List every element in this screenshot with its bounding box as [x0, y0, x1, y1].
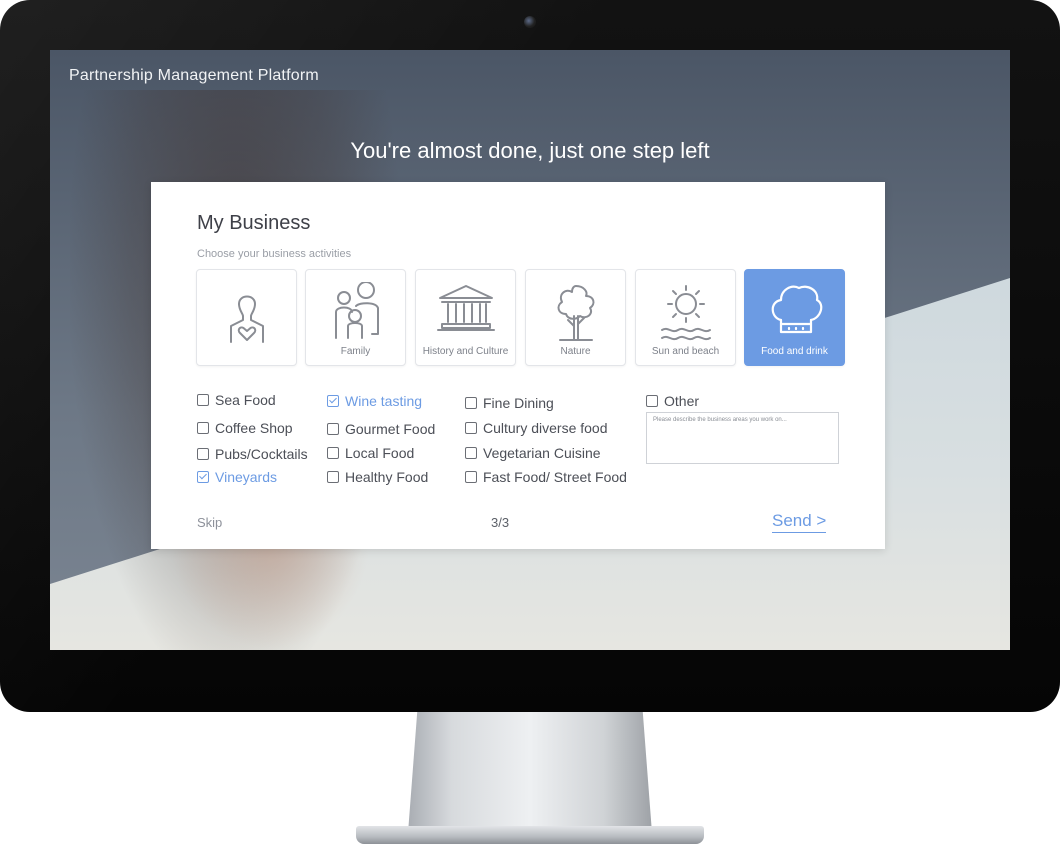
tree-icon	[557, 285, 594, 341]
option-label: Coffee Shop	[215, 420, 293, 436]
business-card: My Business Choose your business activit…	[151, 182, 885, 549]
option-gourmet-food[interactable]: Gourmet Food	[327, 421, 435, 437]
option-label: Fast Food/ Street Food	[483, 469, 627, 485]
option-cultury-diverse-food[interactable]: Cultury diverse food	[465, 420, 608, 436]
option-label: Other	[664, 393, 700, 409]
checkbox[interactable]	[465, 397, 477, 409]
other-description-field[interactable]	[646, 412, 839, 464]
option-label: Vegetarian Cuisine	[483, 445, 601, 461]
family-icon	[334, 282, 379, 339]
option-coffee-shop[interactable]: Coffee Shop	[197, 420, 293, 436]
person-heart-icon	[229, 295, 264, 343]
checkbox[interactable]	[327, 471, 339, 483]
tile-wellness[interactable]	[196, 269, 297, 366]
option-fine-dining[interactable]: Fine Dining	[465, 395, 554, 411]
checkbox[interactable]	[327, 423, 339, 435]
page-headline: You're almost done, just one step left	[350, 138, 710, 163]
checkbox[interactable]	[465, 422, 477, 434]
option-vineyards[interactable]: Vineyards	[197, 469, 277, 485]
app-title: Partnership Management Platform	[69, 67, 319, 84]
sun-waves-icon	[660, 285, 711, 341]
option-local-food[interactable]: Local Food	[327, 445, 414, 461]
tile-label: Family	[340, 346, 371, 357]
monitor-stand	[408, 705, 652, 833]
tile-nature[interactable]: Nature	[525, 269, 626, 366]
option-pubs-cocktails[interactable]: Pubs/Cocktails	[197, 446, 308, 462]
tile-history-culture[interactable]: History and Culture	[415, 269, 516, 366]
send-button[interactable]: Send >	[772, 511, 827, 533]
option-label: Pubs/Cocktails	[215, 446, 308, 462]
checkbox[interactable]	[327, 447, 339, 459]
tile-label: Food and drink	[761, 346, 828, 357]
checkbox[interactable]	[197, 394, 209, 406]
skip-link[interactable]: Skip	[197, 515, 222, 530]
option-label: Sea Food	[215, 392, 276, 408]
checkbox[interactable]	[465, 447, 477, 459]
tile-food-drink[interactable]: Food and drink	[744, 269, 845, 366]
checkbox[interactable]	[465, 471, 477, 483]
webcam-icon	[524, 16, 536, 28]
checkbox[interactable]	[197, 422, 209, 434]
checkbox-checked[interactable]	[197, 471, 209, 483]
option-label: Healthy Food	[345, 469, 429, 485]
museum-icon	[436, 285, 495, 331]
screen: Partnership Management Platform You're a…	[50, 50, 1010, 650]
tile-label: History and Culture	[422, 346, 509, 357]
option-label: Local Food	[345, 445, 415, 461]
option-label: Gourmet Food	[345, 421, 436, 437]
option-vegetarian-cuisine[interactable]: Vegetarian Cuisine	[465, 445, 601, 461]
option-label: Fine Dining	[483, 395, 554, 411]
option-label: Wine tasting	[345, 393, 423, 409]
tile-sun-beach[interactable]: Sun and beach	[635, 269, 736, 366]
checkbox[interactable]	[646, 395, 658, 407]
option-wine-tasting[interactable]: Wine tasting	[327, 393, 422, 409]
option-fast-food[interactable]: Fast Food/ Street Food	[465, 469, 627, 485]
option-healthy-food[interactable]: Healthy Food	[327, 469, 428, 485]
tile-label: Sun and beach	[651, 346, 720, 357]
checkbox[interactable]	[197, 448, 209, 460]
option-other[interactable]: Other	[646, 393, 699, 409]
chef-hat-icon	[771, 285, 822, 334]
tile-label: Nature	[560, 346, 591, 357]
option-label: Vineyards	[215, 469, 278, 485]
option-label: Cultury diverse food	[483, 420, 608, 436]
card-subtitle: Choose your business activities	[197, 248, 352, 260]
monitor-stand-base	[356, 826, 704, 844]
card-title: My Business	[197, 212, 311, 234]
checkbox-checked[interactable]	[327, 395, 339, 407]
option-sea-food[interactable]: Sea Food	[197, 392, 276, 408]
step-indicator: 3/3	[491, 515, 510, 530]
tile-family[interactable]: Family	[305, 269, 406, 366]
